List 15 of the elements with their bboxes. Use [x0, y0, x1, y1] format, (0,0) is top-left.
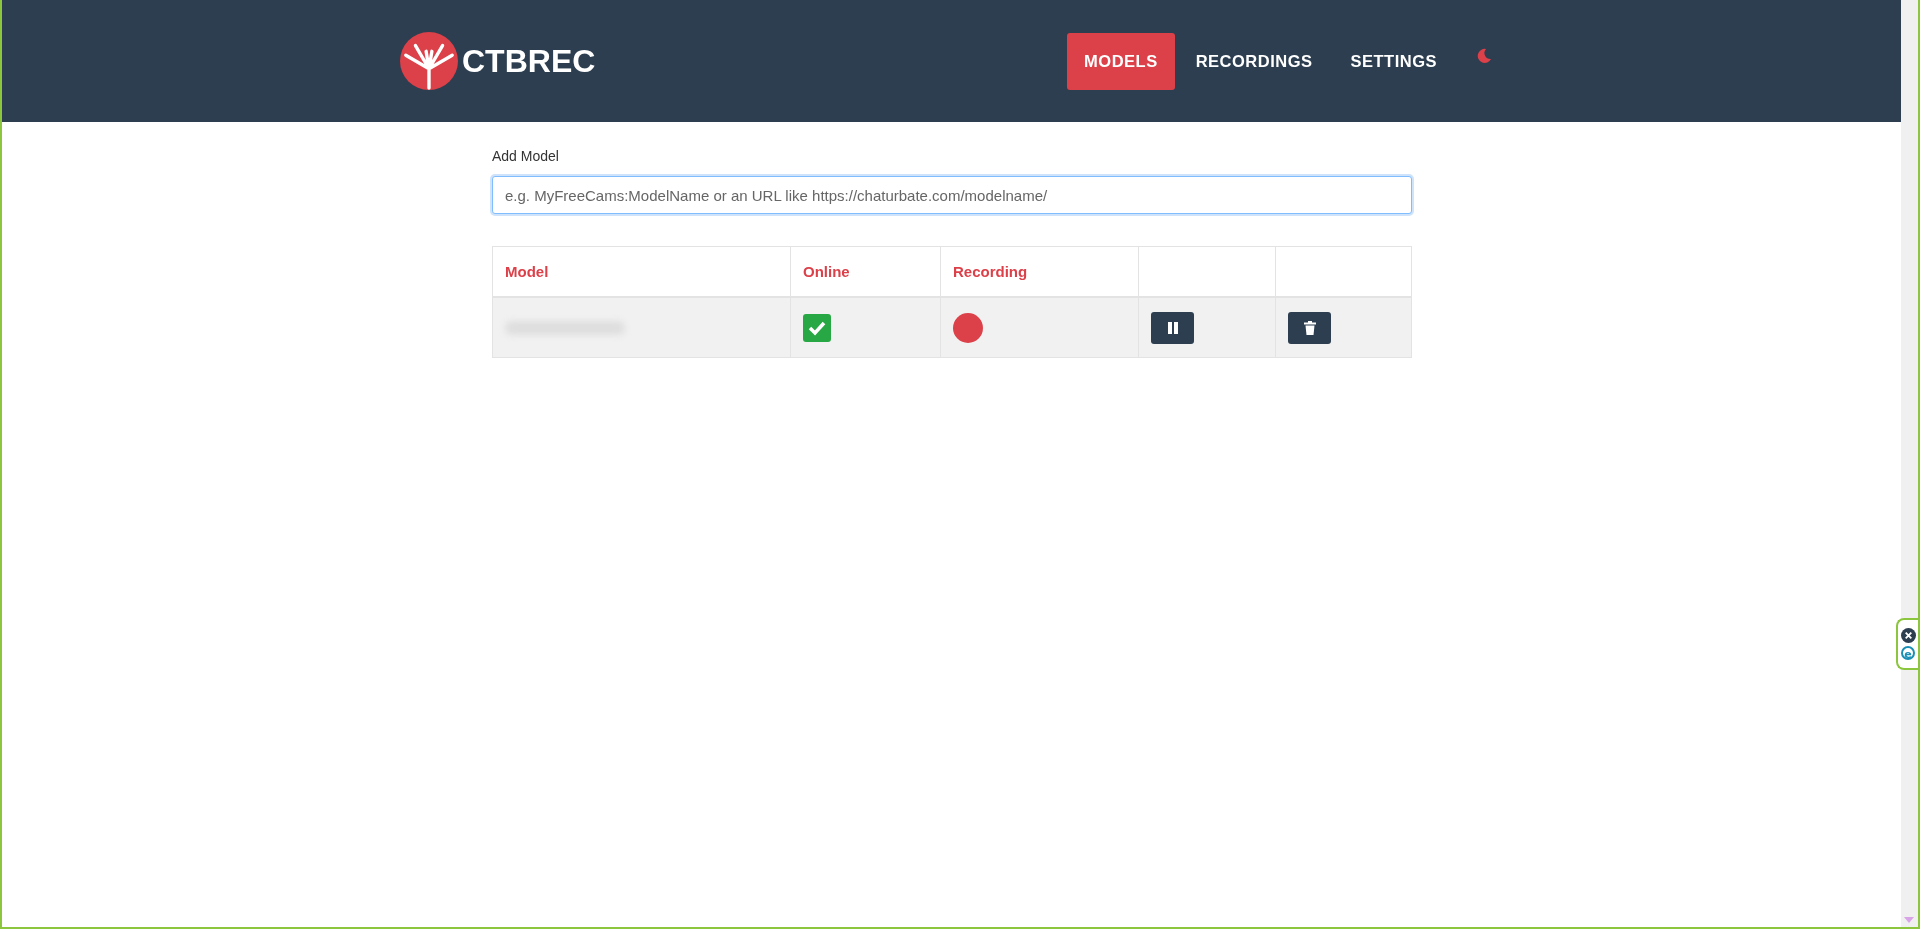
trash-icon — [1302, 320, 1317, 335]
widget-logo[interactable]: e — [1901, 646, 1915, 660]
brand-name: CTBREC — [462, 42, 596, 80]
nav-link[interactable]: MODELS — [1067, 32, 1175, 90]
delete-button[interactable] — [1288, 311, 1331, 344]
pause-icon — [1165, 320, 1180, 335]
pause-button[interactable] — [1151, 311, 1194, 344]
moon-icon[interactable] — [1476, 48, 1492, 64]
logo-icon — [400, 32, 458, 90]
nav-link[interactable]: SETTINGS — [1333, 32, 1454, 90]
scrollbar[interactable] — [1901, 0, 1918, 927]
nav-link[interactable]: RECORDINGS — [1178, 32, 1330, 90]
close-icon[interactable] — [1900, 628, 1916, 643]
input-field[interactable]: e.g. MyFreeCams:ModelName or an URL like https://chaturbate.com/modelname/ — [492, 176, 1412, 214]
field-label: Add Model — [492, 148, 560, 164]
